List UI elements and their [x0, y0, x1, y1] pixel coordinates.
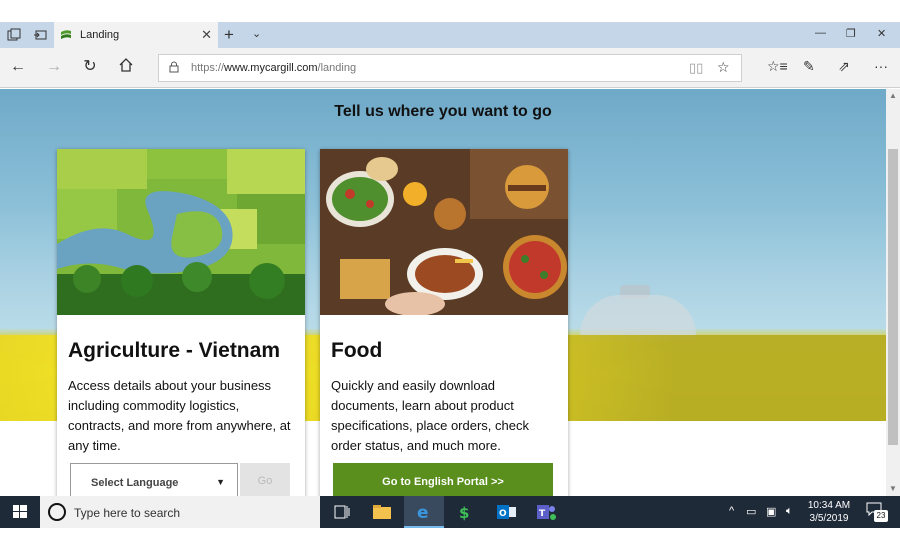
portal-button-label: Go to English Portal >>	[382, 476, 504, 488]
battery-icon[interactable]: ▭	[746, 505, 756, 518]
forward-icon[interactable]: →	[45, 58, 63, 76]
page-headline: Tell us where you want to go	[334, 103, 552, 120]
scroll-down-icon[interactable]: ▼	[886, 482, 900, 496]
reading-view-icon[interactable]: ▯▯	[689, 60, 703, 76]
network-icon[interactable]: ▣	[766, 505, 776, 518]
lock-icon	[169, 61, 179, 73]
cortana-icon[interactable]	[48, 503, 66, 521]
pen-icon[interactable]: ✎	[803, 58, 815, 75]
url-domain: www.mycargill.com	[224, 62, 318, 74]
card-title: Food	[331, 339, 383, 362]
language-select[interactable]: Select Language ▼	[70, 463, 238, 496]
close-window-icon[interactable]: ✕	[877, 27, 886, 40]
home-icon[interactable]	[117, 58, 135, 76]
cargill-favicon-icon	[61, 30, 71, 39]
page-scrollbar[interactable]: ▲ ▼	[886, 89, 900, 496]
tab-title: Landing	[80, 29, 120, 41]
food-table-image	[320, 149, 568, 315]
windows-logo-icon	[13, 505, 27, 518]
taskbar-search-box[interactable]: Type here to search	[40, 496, 320, 528]
scroll-thumb[interactable]	[888, 149, 898, 445]
url-path: /landing	[317, 62, 357, 74]
set-aside-tabs-icon[interactable]	[33, 28, 47, 42]
favorite-star-icon[interactable]: ☆	[717, 59, 730, 76]
svg-text:O: O	[499, 509, 507, 519]
refresh-icon[interactable]: ↻	[81, 58, 99, 76]
tab-close-icon[interactable]: ✕	[201, 27, 212, 43]
go-button-label: Go	[257, 475, 273, 487]
system-clock[interactable]: 10:34 AM 3/5/2019	[800, 499, 858, 525]
chevron-down-icon[interactable]: ⌄	[252, 27, 261, 40]
caret-down-icon: ▼	[216, 477, 225, 487]
svg-text:T: T	[539, 509, 546, 519]
money-app-icon[interactable]: $	[444, 496, 484, 528]
address-bar[interactable]: https://www.mycargill.com/landing ▯▯ ☆	[158, 54, 742, 82]
url-scheme: https://	[191, 62, 225, 74]
teams-icon[interactable]: T	[526, 496, 566, 528]
task-view-icon[interactable]	[322, 496, 362, 528]
volume-icon[interactable]: 🔈︎	[786, 505, 793, 518]
rice-field-image	[57, 149, 305, 315]
edge-browser-icon[interactable]: e	[404, 496, 444, 528]
notification-count: 23	[874, 510, 888, 522]
clock-time: 10:34 AM	[807, 500, 851, 511]
go-button[interactable]: Go	[240, 463, 290, 496]
new-tab-icon[interactable]: +	[224, 25, 234, 45]
url-text: https://www.mycargill.com/landing	[191, 62, 356, 74]
search-placeholder: Type here to search	[74, 506, 181, 520]
english-portal-button[interactable]: Go to English Portal >>	[333, 463, 553, 496]
favorites-icon[interactable]: ☆≡	[767, 58, 788, 75]
svg-text:$: $	[459, 504, 469, 522]
file-explorer-icon[interactable]	[362, 496, 402, 528]
tab-bar: Landing ✕ + ⌄ — ❐ ✕	[0, 22, 900, 48]
show-hidden-icons-icon[interactable]: ^	[729, 505, 734, 517]
page-viewport: Tell us where you want to go Agriculture…	[0, 89, 886, 496]
more-icon[interactable]: ···	[874, 58, 888, 74]
outlook-icon[interactable]: O	[486, 496, 526, 528]
agriculture-card: Agriculture - Vietnam Access details abo…	[57, 149, 305, 496]
screen: Landing ✕ + ⌄ — ❐ ✕ ← → ↻ https://www.my…	[0, 22, 900, 528]
clock-date: 3/5/2019	[809, 513, 849, 524]
minimize-icon[interactable]: —	[815, 27, 826, 39]
food-card: Food Quickly and easily download documen…	[320, 149, 568, 496]
tab-landing[interactable]: Landing ✕	[54, 22, 218, 48]
share-icon[interactable]: ⇗	[838, 58, 850, 75]
navigation-bar: ← → ↻ https://www.mycargill.com/landing …	[0, 48, 900, 88]
card-description: Access details about your business inclu…	[68, 378, 291, 453]
back-icon[interactable]: ←	[9, 58, 27, 76]
start-button[interactable]	[0, 496, 40, 528]
action-center-icon[interactable]: 23	[866, 502, 888, 522]
svg-text:e: e	[417, 503, 429, 523]
tab-preview-icon[interactable]	[7, 28, 21, 42]
card-description: Quickly and easily download documents, l…	[331, 378, 529, 453]
select-placeholder: Select Language	[91, 477, 179, 489]
windows-taskbar: Type here to search e $ O T ^ ▭ ▣ 🔈︎ 10:…	[0, 496, 900, 528]
scroll-up-icon[interactable]: ▲	[886, 89, 900, 103]
restore-icon[interactable]: ❐	[846, 27, 856, 40]
card-title: Agriculture - Vietnam	[68, 339, 280, 362]
